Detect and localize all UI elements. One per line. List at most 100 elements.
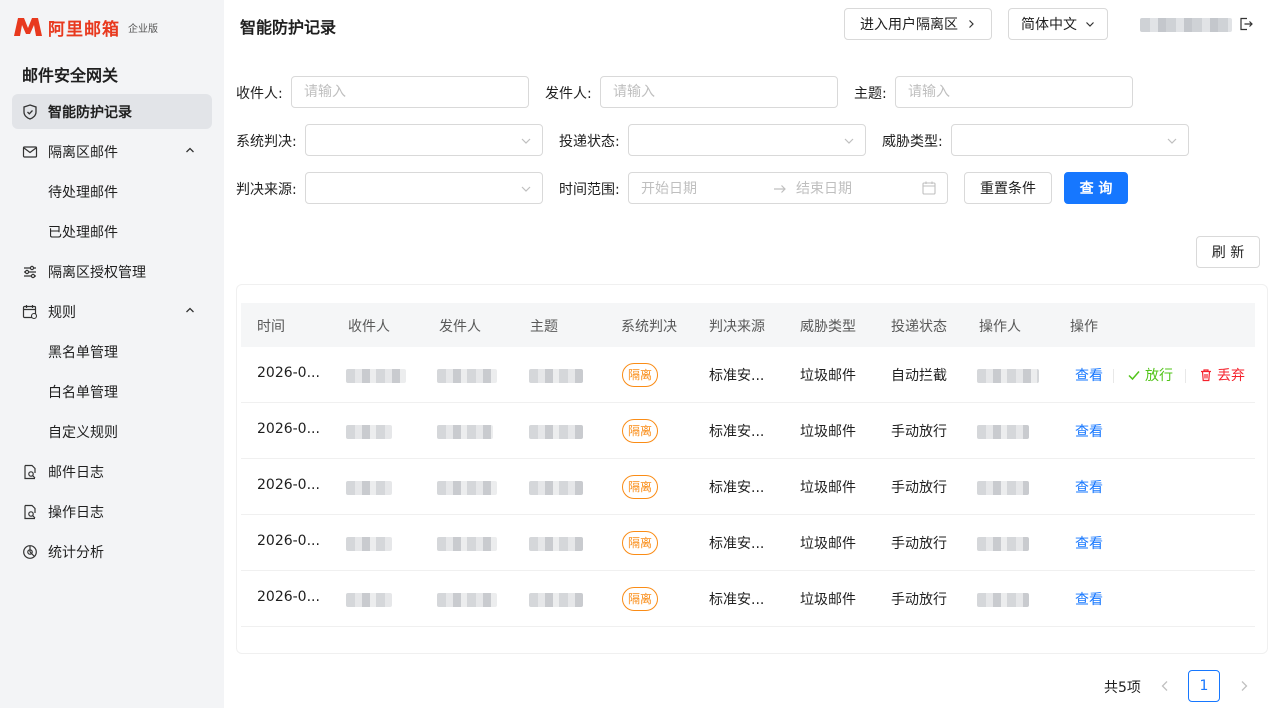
- enter-user-quarantine-button[interactable]: 进入用户隔离区: [844, 8, 992, 40]
- view-link[interactable]: 查看: [1075, 421, 1103, 441]
- table-row: 2026-0... 隔离 标准安... 垃圾邮件 手动放行 查看: [241, 515, 1255, 571]
- table-header: 时间 收件人 发件人 主题 系统判决 判决来源 威胁类型 投递状态 操作人 操作: [241, 303, 1255, 347]
- view-link[interactable]: 查看: [1075, 533, 1103, 553]
- sliders-icon: [22, 264, 38, 280]
- button-label: 进入用户隔离区: [860, 17, 958, 33]
- verdict-source-select[interactable]: [305, 172, 543, 204]
- sidebar-nav: 智能防护记录 隔离区邮件 待处理邮件 已处理邮件 隔离区授权管理 规则 黑名单管…: [12, 94, 212, 574]
- brand-name: 阿里邮箱: [48, 19, 120, 40]
- discard-link[interactable]: 丢弃: [1199, 365, 1245, 385]
- calendar-icon: [922, 181, 936, 195]
- sidebar-item-whitelist[interactable]: 白名单管理: [12, 374, 212, 409]
- subject-label: 主题:: [854, 86, 887, 102]
- sidebar-item-processed-mail[interactable]: 已处理邮件: [12, 214, 212, 249]
- pie-chart-icon: [22, 544, 38, 560]
- cell-delivery: 手动放行: [891, 536, 947, 552]
- sidebar-item-operation-log[interactable]: 操作日志: [12, 494, 212, 529]
- next-page-icon[interactable]: [1237, 679, 1251, 693]
- cell-delivery: 自动拦截: [891, 368, 947, 384]
- chevron-down-icon: [1167, 138, 1177, 144]
- sender-input[interactable]: [600, 76, 838, 108]
- chevron-up-icon[interactable]: [184, 304, 196, 316]
- cell-sender-redacted: [437, 481, 497, 495]
- cell-threat: 垃圾邮件: [800, 480, 856, 496]
- verdict-tag: 隔离: [622, 363, 659, 387]
- sidebar-item-quarantine-auth[interactable]: 隔离区授权管理: [12, 254, 212, 289]
- cell-sender-redacted: [437, 369, 497, 383]
- column-header-time: 时间: [257, 319, 285, 335]
- user-account-name[interactable]: [1140, 18, 1232, 32]
- view-link[interactable]: 查看: [1075, 477, 1103, 497]
- sidebar-item-label: 黑名单管理: [48, 344, 118, 361]
- sidebar-item-pending-mail[interactable]: 待处理邮件: [12, 174, 212, 209]
- sidebar-item-label: 自定义规则: [48, 424, 118, 441]
- time-range-label: 时间范围:: [559, 182, 620, 198]
- sidebar-item-rules[interactable]: 规则: [12, 294, 212, 329]
- cell-source: 标准安...: [709, 480, 765, 496]
- sidebar-item-label: 隔离区邮件: [48, 144, 118, 161]
- brand-m-logo-icon: [14, 18, 42, 36]
- cell-threat: 垃圾邮件: [800, 368, 856, 384]
- product-title: 邮件安全网关: [22, 66, 119, 85]
- chevron-up-icon[interactable]: [184, 144, 196, 156]
- recipient-input[interactable]: [291, 76, 529, 108]
- reset-filters-button[interactable]: 重置条件: [964, 172, 1052, 204]
- cell-sender-redacted: [437, 537, 497, 551]
- sidebar: 阿里邮箱 企业版 邮件安全网关 智能防护记录 隔离区邮件 待处理邮件 已处理邮件: [0, 0, 224, 708]
- pagination-page-current[interactable]: 1: [1188, 670, 1220, 702]
- logout-icon[interactable]: [1238, 16, 1254, 32]
- sidebar-item-mail-log[interactable]: 邮件日志: [12, 454, 212, 489]
- cell-threat: 垃圾邮件: [800, 592, 856, 608]
- cell-operator-redacted: [977, 481, 1029, 495]
- view-link[interactable]: 查看: [1075, 589, 1103, 609]
- trash-icon: [1201, 369, 1211, 382]
- sidebar-item-blacklist[interactable]: 黑名单管理: [12, 334, 212, 369]
- threat-type-select[interactable]: [951, 124, 1189, 156]
- main-content: 收件人: 发件人: 主题: 系统判决: 投递状态: 威胁类型: 判决来源: 时间…: [224, 50, 1270, 708]
- search-button[interactable]: 查 询: [1064, 172, 1128, 204]
- delivery-status-label: 投递状态:: [559, 134, 620, 150]
- sidebar-item-statistics[interactable]: 统计分析: [12, 534, 212, 569]
- delivery-status-select[interactable]: [628, 124, 866, 156]
- cell-time: 2026-0...: [257, 421, 320, 437]
- brand-logo[interactable]: 阿里邮箱 企业版: [12, 14, 158, 40]
- prev-page-icon[interactable]: [1158, 679, 1172, 693]
- release-link[interactable]: 放行: [1127, 365, 1173, 385]
- sidebar-item-quarantine-mail[interactable]: 隔离区邮件: [12, 134, 212, 169]
- sidebar-item-label: 操作日志: [48, 504, 104, 521]
- sidebar-item-label: 智能防护记录: [48, 104, 132, 121]
- sidebar-item-label: 白名单管理: [48, 384, 118, 401]
- column-header-source: 判决来源: [709, 319, 765, 335]
- language-select[interactable]: 简体中文: [1008, 8, 1108, 40]
- recipient-label: 收件人:: [236, 86, 283, 102]
- cell-delivery: 手动放行: [891, 424, 947, 440]
- cell-subject-redacted: [529, 593, 583, 607]
- sidebar-item-custom-rules[interactable]: 自定义规则: [12, 414, 212, 449]
- cell-source: 标准安...: [709, 424, 765, 440]
- cell-threat: 垃圾邮件: [800, 424, 856, 440]
- sender-label: 发件人:: [545, 86, 592, 102]
- sidebar-item-label: 待处理邮件: [48, 184, 118, 201]
- language-label: 简体中文: [1021, 17, 1077, 33]
- date-range-picker[interactable]: 开始日期 结束日期: [628, 172, 948, 204]
- sidebar-item-protection-records[interactable]: 智能防护记录: [12, 94, 212, 129]
- chevron-down-icon: [521, 186, 531, 192]
- action-divider: [1185, 369, 1186, 383]
- end-date-placeholder[interactable]: 结束日期: [796, 178, 852, 198]
- subject-input[interactable]: [895, 76, 1133, 108]
- top-header: 智能防护记录 进入用户隔离区 简体中文: [224, 0, 1270, 50]
- verdict-label: 系统判决:: [236, 134, 297, 150]
- table-row: 2026-0... 隔离 标准安... 垃圾邮件 手动放行 查看: [241, 403, 1255, 459]
- pagination-total: 共5项: [1104, 680, 1141, 696]
- table-row: 2026-0... 隔离 标准安... 垃圾邮件 手动放行 查看: [241, 459, 1255, 515]
- view-link[interactable]: 查看: [1075, 365, 1103, 385]
- cell-operator-redacted: [977, 537, 1029, 551]
- refresh-button[interactable]: 刷 新: [1196, 236, 1260, 268]
- verdict-select[interactable]: [305, 124, 543, 156]
- chevron-right-icon: [969, 20, 974, 28]
- start-date-placeholder[interactable]: 开始日期: [641, 178, 697, 198]
- column-header-delivery: 投递状态: [891, 319, 947, 335]
- cell-threat: 垃圾邮件: [800, 536, 856, 552]
- page-title: 智能防护记录: [240, 18, 337, 37]
- cell-source: 标准安...: [709, 536, 765, 552]
